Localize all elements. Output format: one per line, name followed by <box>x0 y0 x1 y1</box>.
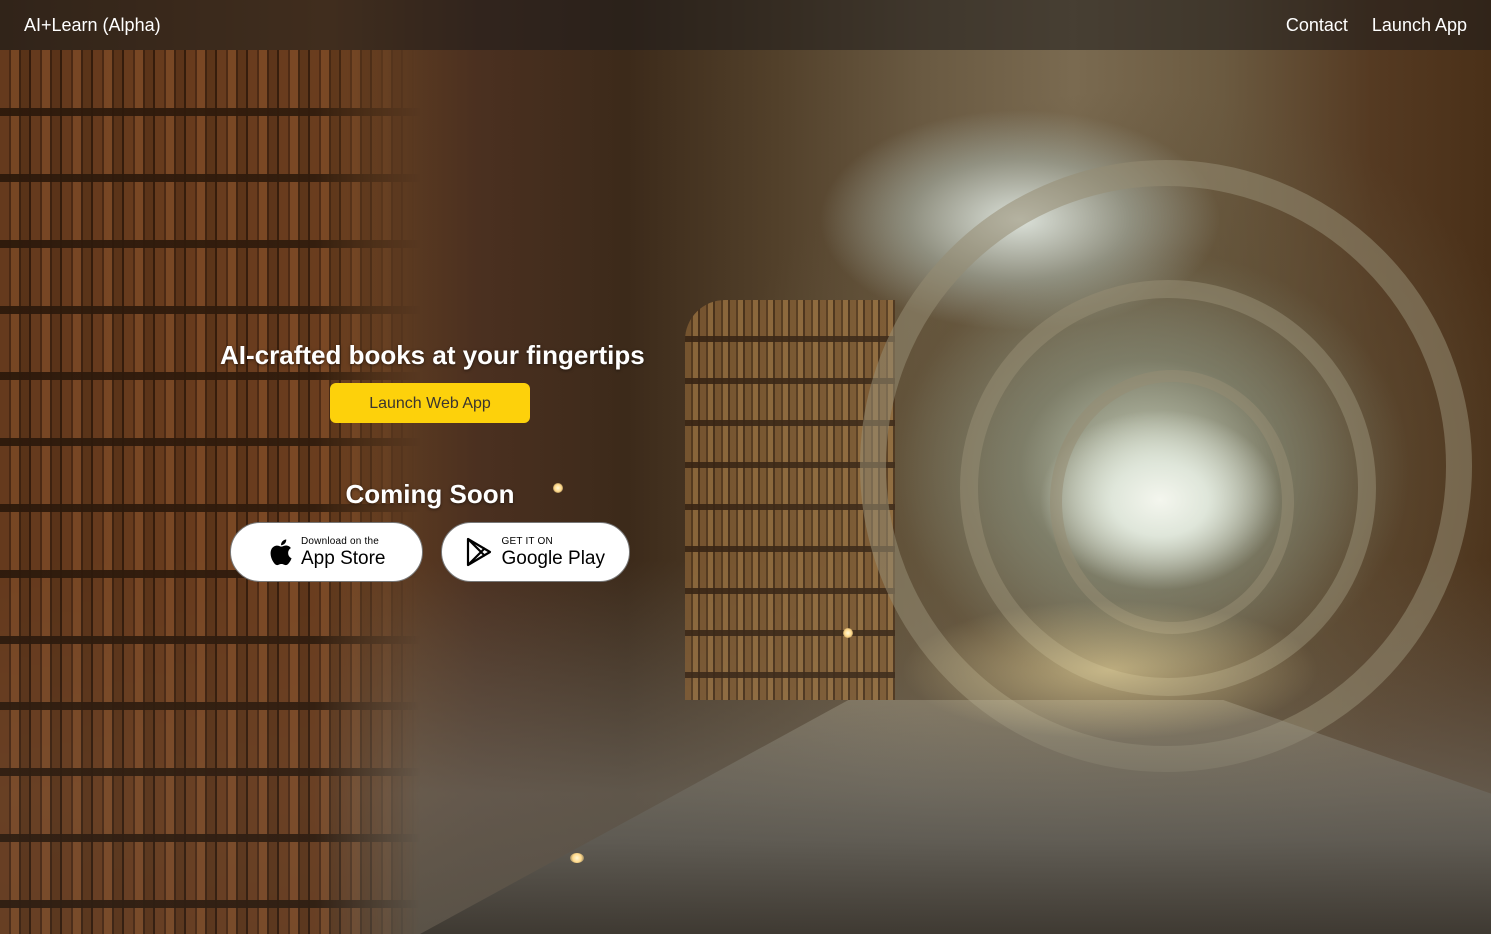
nav-contact-link[interactable]: Contact <box>1286 15 1348 36</box>
google-play-badge[interactable]: GET IT ON Google Play <box>440 522 630 582</box>
top-navbar: AI+Learn (Alpha) Contact Launch App <box>0 0 1491 50</box>
google-play-icon <box>465 537 493 567</box>
google-play-big-text: Google Play <box>501 547 605 569</box>
google-play-badge-text: GET IT ON Google Play <box>501 535 605 569</box>
brand-link[interactable]: AI+Learn (Alpha) <box>24 15 161 36</box>
app-store-badge-text: Download on the App Store <box>301 535 386 569</box>
hero-headline: AI-crafted books at your fingertips <box>220 340 645 370</box>
launch-web-app-button[interactable]: Launch Web App <box>330 383 530 423</box>
app-store-badge[interactable]: Download on the App Store <box>230 522 423 582</box>
google-play-small-text: GET IT ON <box>501 535 553 547</box>
sunlight-patch <box>900 600 1320 740</box>
app-store-big-text: App Store <box>301 547 386 569</box>
tunnel-arch <box>1050 370 1294 634</box>
landing-page: AI+Learn (Alpha) Contact Launch App AI-c… <box>0 0 1491 934</box>
store-badges: Download on the App Store GET IT ON Goog… <box>230 522 630 582</box>
glowing-orb <box>843 628 853 638</box>
nav-links: Contact Launch App <box>1286 15 1467 36</box>
glowing-orb <box>570 853 584 863</box>
hero-section: AI-crafted books at your fingertips Laun… <box>220 340 645 582</box>
nav-launch-app-link[interactable]: Launch App <box>1372 15 1467 36</box>
apple-icon <box>267 537 293 567</box>
app-store-small-text: Download on the <box>301 535 380 547</box>
coming-soon-heading: Coming Soon <box>345 479 515 509</box>
